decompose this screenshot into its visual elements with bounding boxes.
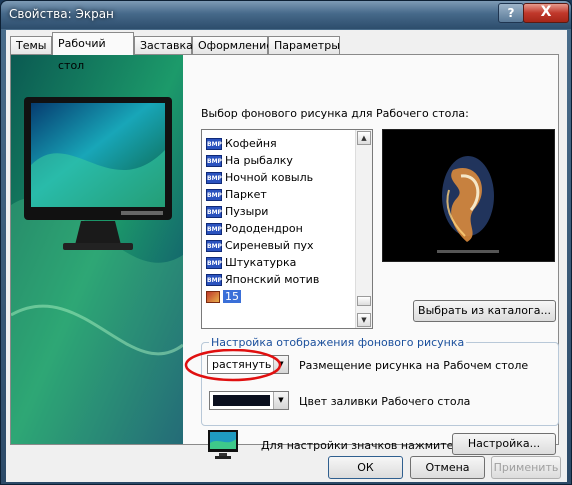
bmp-icon: BMP — [206, 155, 222, 167]
customize-icons-button[interactable]: Настройка... — [452, 433, 556, 455]
scroll-up-icon[interactable]: ▲ — [357, 131, 371, 145]
bmp-icon: BMP — [206, 138, 222, 150]
bmp-icon: BMP — [206, 206, 222, 218]
scroll-down-icon[interactable]: ▼ — [357, 313, 371, 327]
fill-color-picker[interactable]: ▼ — [209, 391, 289, 410]
desktop-tab-panel: Выбор фонового рисунка для Рабочего стол… — [10, 54, 559, 459]
list-item[interactable]: BMP Паркет — [206, 187, 267, 203]
chevron-down-icon[interactable]: ▼ — [273, 392, 288, 409]
bmp-icon: BMP — [206, 274, 222, 286]
tab-screensaver[interactable]: Заставка — [134, 36, 193, 54]
scroll-thumb[interactable] — [357, 296, 371, 306]
close-button[interactable]: X — [523, 3, 569, 23]
tab-desktop[interactable]: Рабочий стол — [52, 32, 134, 72]
monitor-icon — [208, 430, 238, 459]
list-item[interactable]: BMP Сиреневый пух — [206, 238, 314, 254]
decorative-monitor-art — [11, 55, 183, 444]
cancel-button[interactable]: Отмена — [410, 456, 485, 479]
dialog-client-area: Темы Рабочий стол Заставка Оформление Па… — [6, 30, 567, 482]
list-item[interactable]: BMP Штукатурка — [206, 255, 296, 271]
help-button[interactable]: ? — [498, 3, 524, 23]
tab-appearance[interactable]: Оформление — [192, 36, 273, 54]
position-label: Размещение рисунка на Рабочем столе — [299, 359, 529, 372]
bmp-icon: BMP — [206, 257, 222, 269]
fill-color-swatch — [213, 395, 270, 406]
tab-themes[interactable]: Темы — [10, 36, 52, 54]
apply-button[interactable]: Применить — [491, 456, 561, 479]
bmp-icon: BMP — [206, 223, 222, 235]
wallpaper-preview — [382, 129, 555, 262]
ok-button[interactable]: ОК — [328, 456, 403, 479]
fill-color-label: Цвет заливки Рабочего стола — [299, 395, 471, 408]
background-list[interactable]: BMP Кофейня BMP На рыбалку BMP Ночной ковыл… — [201, 129, 373, 329]
title-bar[interactable]: Свойства: Экран ? X — [1, 1, 571, 29]
display-settings-legend: Настройка отображения фонового рисунка — [209, 336, 467, 349]
background-heading: Выбор фонового рисунка для Рабочего стол… — [201, 107, 469, 120]
list-item[interactable]: BMP Рододендрон — [206, 221, 303, 237]
list-item[interactable]: BMP Кофейня — [206, 136, 277, 152]
preview-image — [389, 136, 548, 255]
red-annotation-circle — [184, 348, 282, 382]
list-item[interactable]: BMP Ночной ковыль — [206, 170, 313, 186]
tab-settings[interactable]: Параметры — [268, 36, 340, 54]
browse-catalog-button[interactable]: Выбрать из каталога... — [413, 300, 556, 322]
image-file-icon — [206, 291, 220, 303]
bmp-icon: BMP — [206, 172, 222, 184]
window-title: Свойства: Экран — [9, 7, 114, 21]
list-scrollbar[interactable]: ▲ ▼ — [355, 130, 372, 328]
bmp-icon: BMP — [206, 240, 222, 252]
list-item[interactable]: BMP Пузыри — [206, 204, 268, 220]
list-item-selected[interactable]: 15 — [206, 289, 241, 305]
list-item[interactable]: BMP На рыбалку — [206, 153, 293, 169]
bmp-icon: BMP — [206, 189, 222, 201]
display-properties-window: Свойства: Экран ? X Темы Рабочий стол За… — [0, 0, 572, 485]
icons-setup-label: Для настройки значков нажмите: — [261, 439, 458, 452]
list-item[interactable]: BMP Японский мотив — [206, 272, 319, 288]
